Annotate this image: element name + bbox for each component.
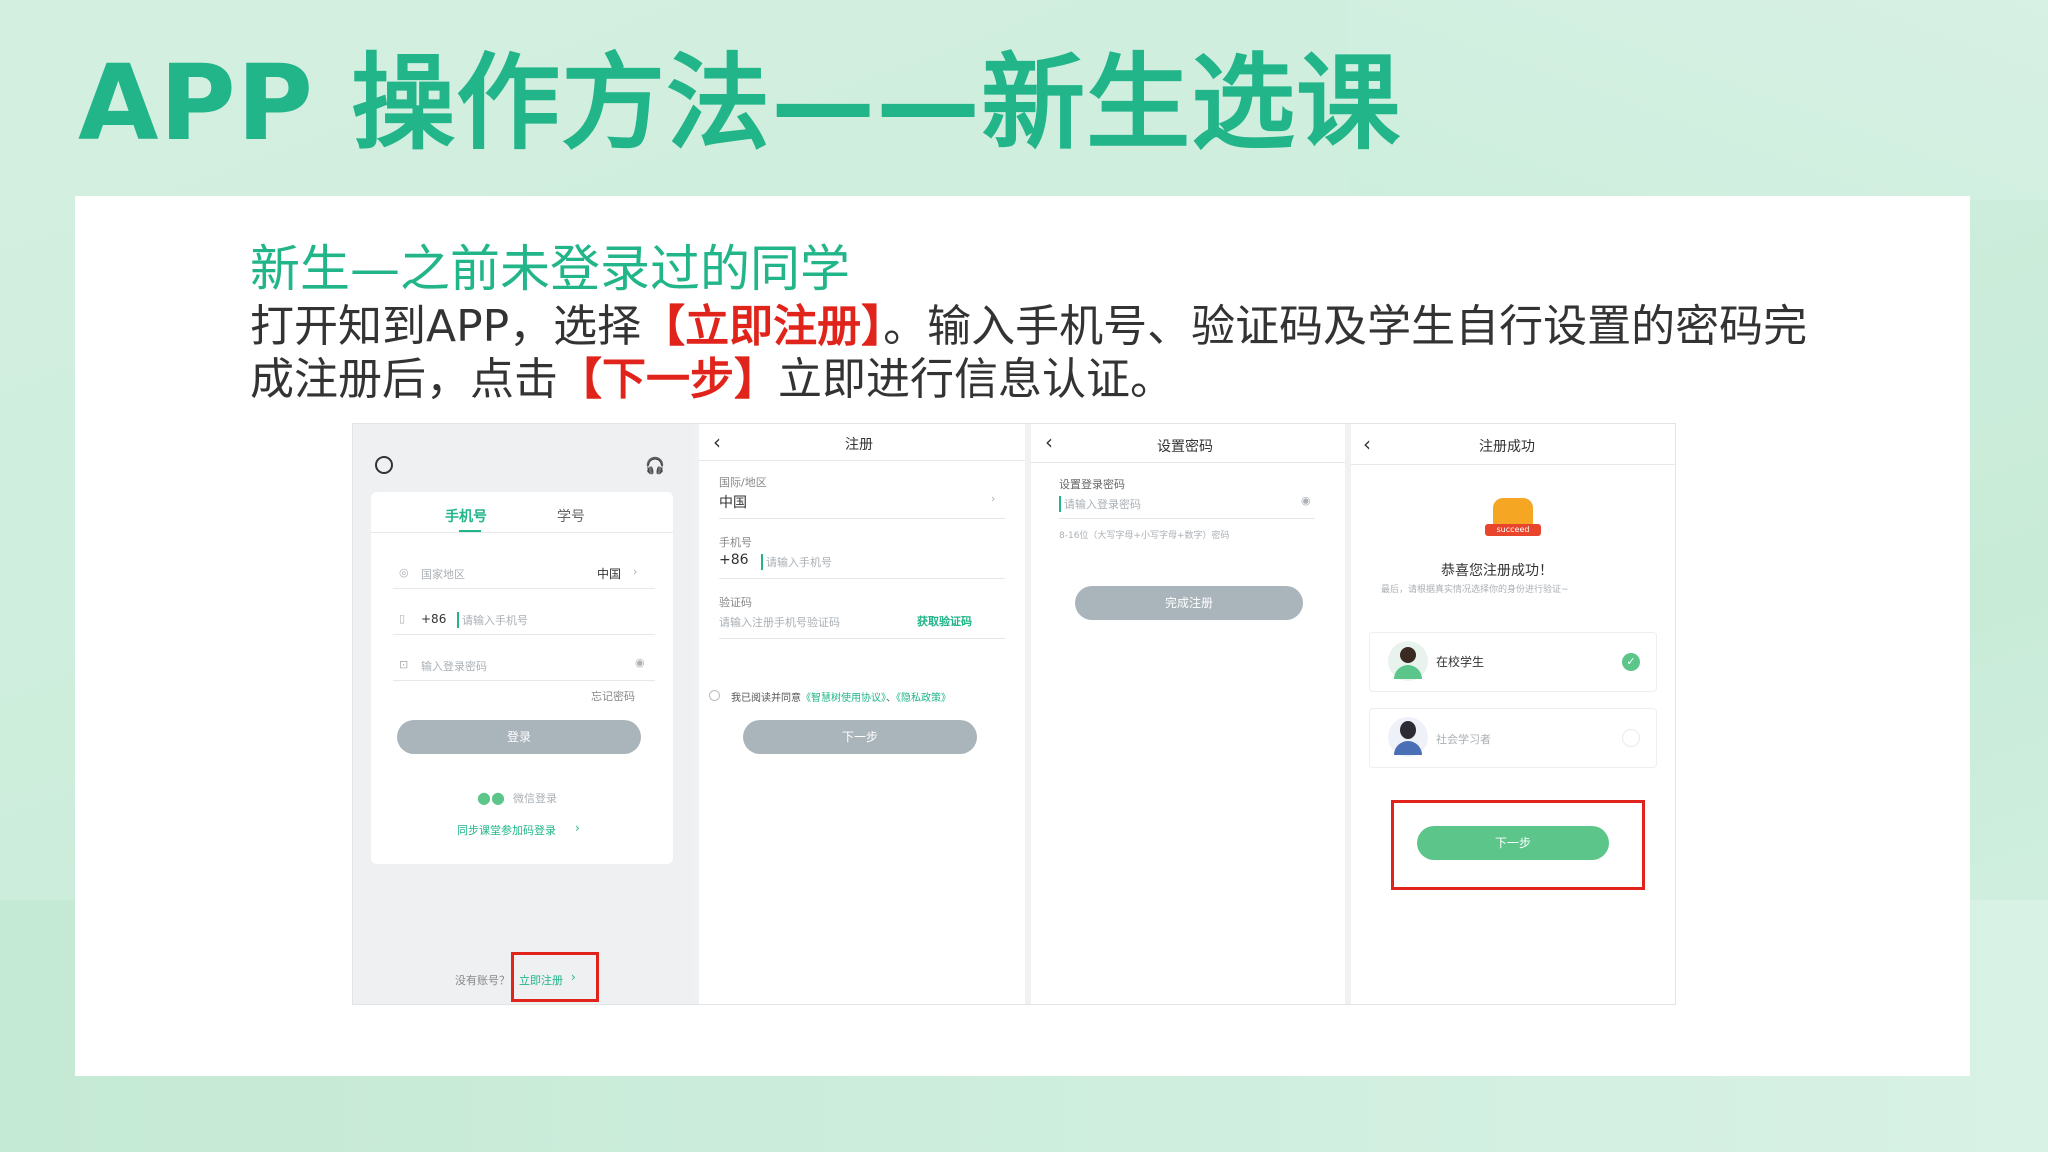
globe-icon: ◎ bbox=[399, 566, 409, 579]
chevron-right-icon: › bbox=[633, 565, 638, 578]
region-value[interactable]: 中国 bbox=[719, 492, 747, 512]
back-arrow-icon[interactable]: ‹ bbox=[713, 432, 721, 452]
login-screen: 🎧 手机号 学号 ◎ 国家地区 中国 › ▯ +86 请输入手机号 ⊡ 输入登录… bbox=[353, 424, 693, 1004]
eye-icon[interactable]: ◉ bbox=[635, 656, 645, 669]
lock-icon: ⊡ bbox=[399, 658, 409, 671]
agree-checkbox[interactable] bbox=[709, 690, 720, 701]
background-shape bbox=[1348, 0, 2048, 200]
role-label: 在校学生 bbox=[1436, 655, 1485, 669]
password-label: 设置登录密码 bbox=[1059, 478, 1125, 491]
code-label: 验证码 bbox=[719, 596, 752, 609]
nav-title: 设置密码 bbox=[1157, 439, 1213, 455]
region-value[interactable]: 中国 bbox=[597, 565, 621, 582]
headset-icon[interactable]: 🎧 bbox=[645, 456, 665, 475]
privacy-link[interactable]: 《隐私政策》 bbox=[896, 693, 951, 704]
tab-student-id[interactable]: 学号 bbox=[557, 506, 585, 526]
wechat-icon[interactable]: ●● bbox=[477, 788, 505, 807]
agreement-text: 我已阅读并同意《智慧树使用协议》、《隐私政策》 bbox=[731, 689, 951, 704]
desc-part: 立即进行信息认证。 bbox=[778, 354, 1174, 405]
avatar-head bbox=[1400, 647, 1416, 663]
region-label: 国际/地区 bbox=[719, 476, 767, 489]
eye-icon[interactable]: ◉ bbox=[1301, 494, 1311, 507]
login-button[interactable]: 登录 bbox=[397, 720, 641, 754]
highlight-box bbox=[511, 952, 599, 1002]
chevron-right-icon: › bbox=[575, 821, 580, 835]
screenshots-strip: 🎧 手机号 学号 ◎ 国家地区 中国 › ▯ +86 请输入手机号 ⊡ 输入登录… bbox=[352, 423, 1676, 1005]
back-arrow-icon[interactable]: ‹ bbox=[1045, 432, 1053, 452]
phone-icon: ▯ bbox=[399, 612, 406, 625]
chevron-right-icon: › bbox=[991, 492, 996, 505]
tab-phone[interactable]: 手机号 bbox=[445, 506, 487, 526]
register-success-screen: ‹ 注册成功 succeed 恭喜您注册成功！ 最后，请根据真实情况选择你的身份… bbox=[1351, 424, 1675, 1004]
finish-register-button[interactable]: 完成注册 bbox=[1075, 586, 1303, 620]
check-icon: ✓ bbox=[1622, 653, 1640, 671]
next-button[interactable]: 下一步 bbox=[743, 720, 977, 754]
nav-title: 注册成功 bbox=[1479, 439, 1535, 455]
succeed-badge: succeed bbox=[1485, 524, 1541, 536]
register-screen: ‹ 注册 国际/地区 中国 › 手机号 +86 请输入手机号 验证码 请输入注册… bbox=[699, 424, 1025, 1004]
phone-input[interactable]: 请输入手机号 bbox=[457, 612, 528, 628]
nav-title: 注册 bbox=[845, 437, 873, 453]
settings-icon[interactable] bbox=[375, 456, 393, 474]
identity-hint: 最后，请根据真实情况选择你的身份进行验证~ bbox=[1381, 585, 1569, 595]
congrats-text: 恭喜您注册成功！ bbox=[1441, 563, 1553, 579]
agree-prefix: 我已阅读并同意 bbox=[731, 693, 801, 704]
password-hint: 8-16位（大写字母+小写字母+数字）密码 bbox=[1059, 531, 1230, 541]
agree-sep: 、 bbox=[886, 693, 896, 704]
highlight-next: 【下一步】 bbox=[558, 354, 778, 405]
forgot-password-link[interactable]: 忘记密码 bbox=[591, 688, 635, 704]
agreement-link[interactable]: 《智慧树使用协议》 bbox=[801, 693, 886, 704]
slide-title: APP 操作方法——新生选课 bbox=[78, 42, 1402, 164]
phone-input[interactable]: 请输入手机号 bbox=[761, 554, 832, 570]
login-card: 手机号 学号 ◎ 国家地区 中国 › ▯ +86 请输入手机号 ⊡ 输入登录密码… bbox=[371, 492, 673, 864]
desc-part: 打开知到APP，选择 bbox=[250, 301, 642, 352]
code-input[interactable]: 请输入注册手机号验证码 bbox=[719, 614, 840, 630]
password-input[interactable]: 输入登录密码 bbox=[421, 658, 487, 674]
country-code[interactable]: +86 bbox=[719, 552, 749, 568]
role-label: 社会学习者 bbox=[1436, 733, 1491, 746]
highlight-box bbox=[1391, 800, 1645, 890]
radio-empty-icon bbox=[1622, 729, 1640, 747]
region-placeholder[interactable]: 国家地区 bbox=[421, 566, 465, 582]
avatar-head bbox=[1400, 721, 1416, 739]
slide-subtitle: 新生—之前未登录过的同学 bbox=[250, 240, 850, 298]
class-code-login-link[interactable]: 同步课堂参加码登录 bbox=[457, 822, 556, 838]
set-password-screen: ‹ 设置密码 设置登录密码 请输入登录密码 ◉ 8-16位（大写字母+小写字母+… bbox=[1031, 424, 1345, 1004]
role-option-student[interactable]: 在校学生 ✓ bbox=[1369, 632, 1657, 692]
country-code[interactable]: +86 bbox=[421, 612, 446, 626]
instruction-text: 打开知到APP，选择【立即注册】。输入手机号、验证码及学生自行设置的密码完成注册… bbox=[250, 300, 1810, 406]
wechat-login-label[interactable]: 微信登录 bbox=[513, 790, 557, 806]
get-code-button[interactable]: 获取验证码 bbox=[917, 613, 972, 629]
highlight-register: 【立即注册】 bbox=[641, 301, 884, 352]
role-option-social-learner[interactable]: 社会学习者 bbox=[1369, 708, 1657, 768]
phone-label: 手机号 bbox=[719, 536, 752, 549]
password-input[interactable]: 请输入登录密码 bbox=[1059, 496, 1141, 512]
back-arrow-icon[interactable]: ‹ bbox=[1363, 434, 1371, 454]
no-account-text: 没有账号？ bbox=[455, 974, 510, 987]
